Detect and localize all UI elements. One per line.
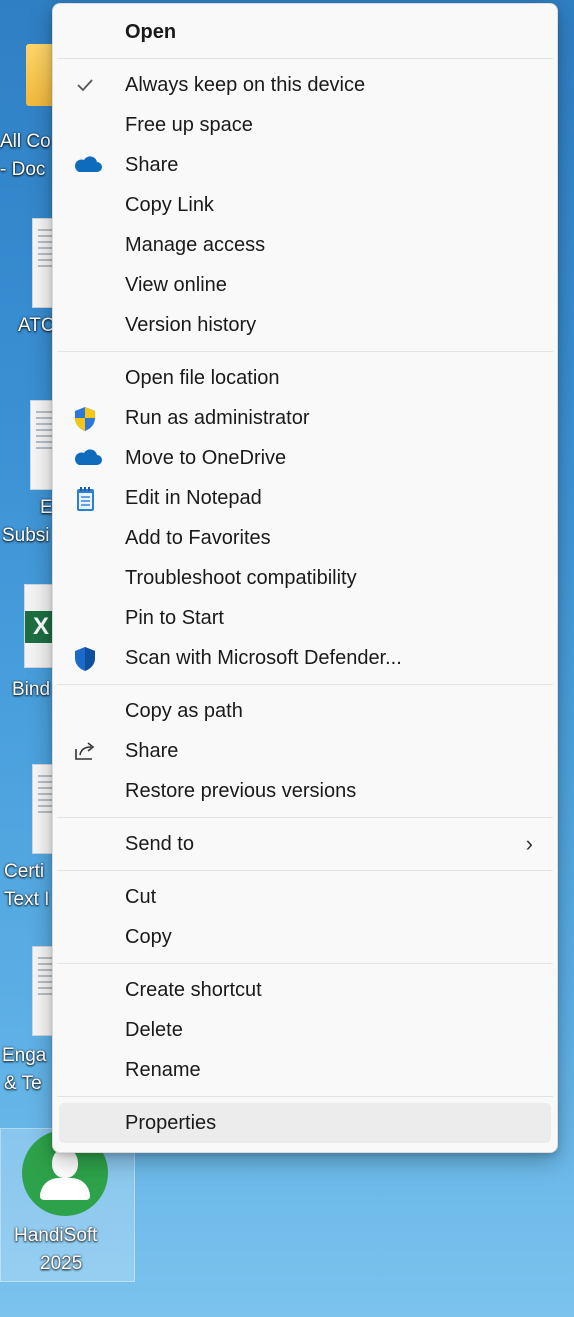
checkmark-icon <box>71 72 99 98</box>
menu-separator <box>57 351 553 352</box>
menu-item-label: Edit in Notepad <box>125 487 262 509</box>
menu-item-copy-link[interactable]: Copy Link <box>59 185 551 225</box>
menu-item-label: Move to OneDrive <box>125 447 287 469</box>
menu-item-send-to[interactable]: Send to › <box>59 824 551 864</box>
menu-item-label: Open <box>125 21 177 43</box>
desktop-icon-label: Bind <box>12 679 51 700</box>
menu-item-move-to-onedrive[interactable]: Move to OneDrive <box>59 438 551 478</box>
menu-item-label: Open file location <box>125 367 280 389</box>
onedrive-cloud-icon <box>71 445 102 471</box>
desktop-icon-label: E <box>40 497 53 518</box>
desktop-icon-label: ATC <box>18 315 55 336</box>
menu-item-add-to-favorites[interactable]: Add to Favorites <box>59 518 551 558</box>
menu-item-label: Run as administrator <box>125 407 310 429</box>
menu-item-label: Share <box>125 154 179 176</box>
menu-item-label: Scan with Microsoft Defender... <box>125 647 402 669</box>
menu-item-edit-in-notepad[interactable]: Edit in Notepad <box>59 478 551 518</box>
menu-item-label: Pin to Start <box>125 607 224 629</box>
menu-item-create-shortcut[interactable]: Create shortcut <box>59 970 551 1010</box>
menu-separator <box>57 1096 553 1097</box>
desktop-icon-label: Enga <box>2 1045 47 1066</box>
menu-item-label: Create shortcut <box>125 979 262 1001</box>
menu-item-pin-to-start[interactable]: Pin to Start <box>59 598 551 638</box>
defender-shield-icon <box>71 645 99 671</box>
desktop-icon-label: All Co <box>0 131 51 152</box>
menu-item-label: Copy <box>125 926 172 948</box>
notepad-icon <box>71 485 99 511</box>
menu-item-label: Copy Link <box>125 194 214 216</box>
menu-item-label: Copy as path <box>125 700 243 722</box>
menu-item-label: Add to Favorites <box>125 527 271 549</box>
desktop-icon-label: HandiSoft <box>14 1225 98 1246</box>
menu-item-cut[interactable]: Cut <box>59 877 551 917</box>
menu-item-troubleshoot-compatibility[interactable]: Troubleshoot compatibility <box>59 558 551 598</box>
menu-item-copy[interactable]: Copy <box>59 917 551 957</box>
menu-item-label: Troubleshoot compatibility <box>125 567 357 589</box>
menu-item-free-up-space[interactable]: Free up space <box>59 105 551 145</box>
menu-item-share[interactable]: Share <box>59 145 551 185</box>
menu-item-label: Always keep on this device <box>125 74 366 96</box>
menu-item-label: View online <box>125 274 227 296</box>
menu-item-copy-as-path[interactable]: Copy as path <box>59 691 551 731</box>
menu-item-version-history[interactable]: Version history <box>59 305 551 345</box>
share-arrow-icon <box>71 738 99 764</box>
menu-separator <box>57 817 553 818</box>
menu-item-label: Properties <box>125 1112 217 1134</box>
desktop-icon-label: Subsi <box>2 525 50 546</box>
menu-item-label: Rename <box>125 1059 201 1081</box>
menu-item-label: Free up space <box>125 114 253 136</box>
menu-item-delete[interactable]: Delete <box>59 1010 551 1050</box>
menu-item-label: Version history <box>125 314 257 336</box>
menu-item-scan-with-microsoft-defender[interactable]: Scan with Microsoft Defender... <box>59 638 551 678</box>
onedrive-cloud-icon <box>71 152 102 178</box>
menu-item-share[interactable]: Share <box>59 731 551 771</box>
menu-separator <box>57 870 553 871</box>
menu-item-open[interactable]: Open <box>59 12 551 52</box>
chevron-right-icon: › <box>525 831 533 856</box>
menu-separator <box>57 963 553 964</box>
menu-item-manage-access[interactable]: Manage access <box>59 225 551 265</box>
desktop-icon-label: - Doc <box>0 159 46 180</box>
menu-item-view-online[interactable]: View online <box>59 265 551 305</box>
menu-item-label: Delete <box>125 1019 183 1041</box>
menu-item-label: Share <box>125 740 179 762</box>
menu-item-label: Restore previous versions <box>125 780 357 802</box>
menu-item-label: Send to <box>125 833 194 855</box>
context-menu: Open Always keep on this device Free up sp… <box>52 3 558 1153</box>
desktop-icon-label: Certi <box>4 861 45 882</box>
desktop-icon-label: 2025 <box>40 1253 83 1274</box>
menu-item-restore-previous-versions[interactable]: Restore previous versions <box>59 771 551 811</box>
menu-item-run-as-administrator[interactable]: Run as administrator <box>59 398 551 438</box>
menu-item-always-keep-on-this-device[interactable]: Always keep on this device <box>59 65 551 105</box>
menu-separator <box>57 58 553 59</box>
menu-item-open-file-location[interactable]: Open file location <box>59 358 551 398</box>
desktop-icon-label: Text I <box>4 889 50 910</box>
uac-shield-icon <box>71 405 99 431</box>
menu-separator <box>57 684 553 685</box>
menu-item-properties[interactable]: Properties <box>59 1103 551 1143</box>
menu-item-rename[interactable]: Rename <box>59 1050 551 1090</box>
menu-item-label: Cut <box>125 886 157 908</box>
desktop-icon-label: & Te <box>4 1073 42 1094</box>
menu-item-label: Manage access <box>125 234 266 256</box>
